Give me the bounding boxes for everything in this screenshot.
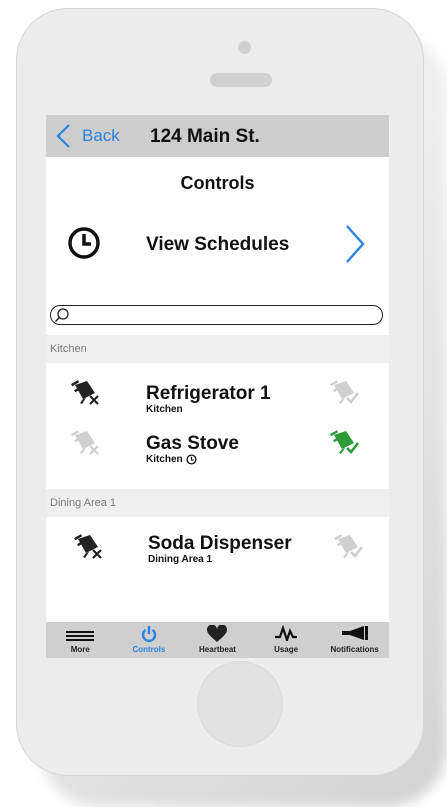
tab-notifications[interactable]: Notifications [320, 622, 389, 658]
search-icon [54, 308, 69, 323]
device-row: Gas Stove Kitchen [46, 423, 389, 473]
back-button[interactable]: Back [52, 123, 120, 149]
schedule-clock-icon [186, 454, 197, 465]
pulse-icon [275, 625, 298, 641]
nav-bar: Back 124 Main St. [46, 115, 389, 157]
chevron-right-icon[interactable] [341, 222, 369, 266]
view-schedules-row[interactable]: View Schedules [46, 220, 389, 266]
megaphone-icon [341, 626, 368, 640]
camera [238, 41, 251, 54]
device-location: Dining Area 1 [148, 554, 212, 565]
tab-heartbeat[interactable]: Heartbeat [183, 622, 252, 658]
speaker [210, 73, 272, 87]
home-button[interactable] [197, 661, 283, 747]
page-title: Controls [180, 173, 255, 193]
plug-on-icon[interactable] [330, 429, 360, 455]
tab-label: Heartbeat [199, 645, 236, 654]
heart-icon [207, 625, 228, 642]
tab-label: More [70, 645, 90, 654]
chevron-left-icon [56, 124, 70, 148]
device-row: Refrigerator 1 Kitchen [46, 373, 389, 423]
device-location: Kitchen [146, 454, 197, 465]
tab-more[interactable]: More [46, 622, 115, 658]
plug-toggle-icon[interactable] [334, 533, 364, 559]
plug-off-icon[interactable] [74, 533, 104, 559]
app-screen: Back 124 Main St. Controls View Schedule… [46, 115, 389, 658]
search-bar[interactable] [50, 305, 383, 325]
device-name: Soda Dispenser [148, 533, 292, 554]
section-header-dining: Dining Area 1 [46, 489, 389, 517]
power-icon [141, 626, 157, 642]
device-location: Kitchen [146, 404, 183, 415]
search-input[interactable] [73, 307, 377, 323]
device-location-text: Kitchen [146, 404, 183, 415]
plug-toggle-icon[interactable] [330, 379, 360, 405]
device-location-text: Dining Area 1 [148, 554, 213, 565]
tab-usage[interactable]: Usage [252, 622, 321, 658]
device-name: Gas Stove [146, 433, 239, 454]
view-schedules-label: View Schedules [146, 234, 290, 255]
tab-label: Usage [274, 645, 299, 654]
section-header-kitchen: Kitchen [46, 335, 389, 363]
hamburger-icon [66, 631, 95, 641]
tab-bar: More Controls Heartbeat Usage Notificati… [46, 622, 389, 658]
tab-label: Controls [132, 645, 166, 654]
device-name: Refrigerator 1 [146, 383, 271, 404]
tab-label: Notifications [330, 645, 379, 654]
clock-icon [68, 227, 100, 259]
tab-controls[interactable]: Controls [115, 622, 184, 658]
device-location-text: Kitchen [146, 454, 183, 465]
plug-off-icon[interactable] [71, 429, 101, 455]
plug-off-icon[interactable] [71, 379, 101, 405]
nav-title: 124 Main St. [150, 126, 260, 147]
back-label: Back [82, 126, 120, 145]
device-row: Soda Dispenser Dining Area 1 [46, 527, 389, 577]
